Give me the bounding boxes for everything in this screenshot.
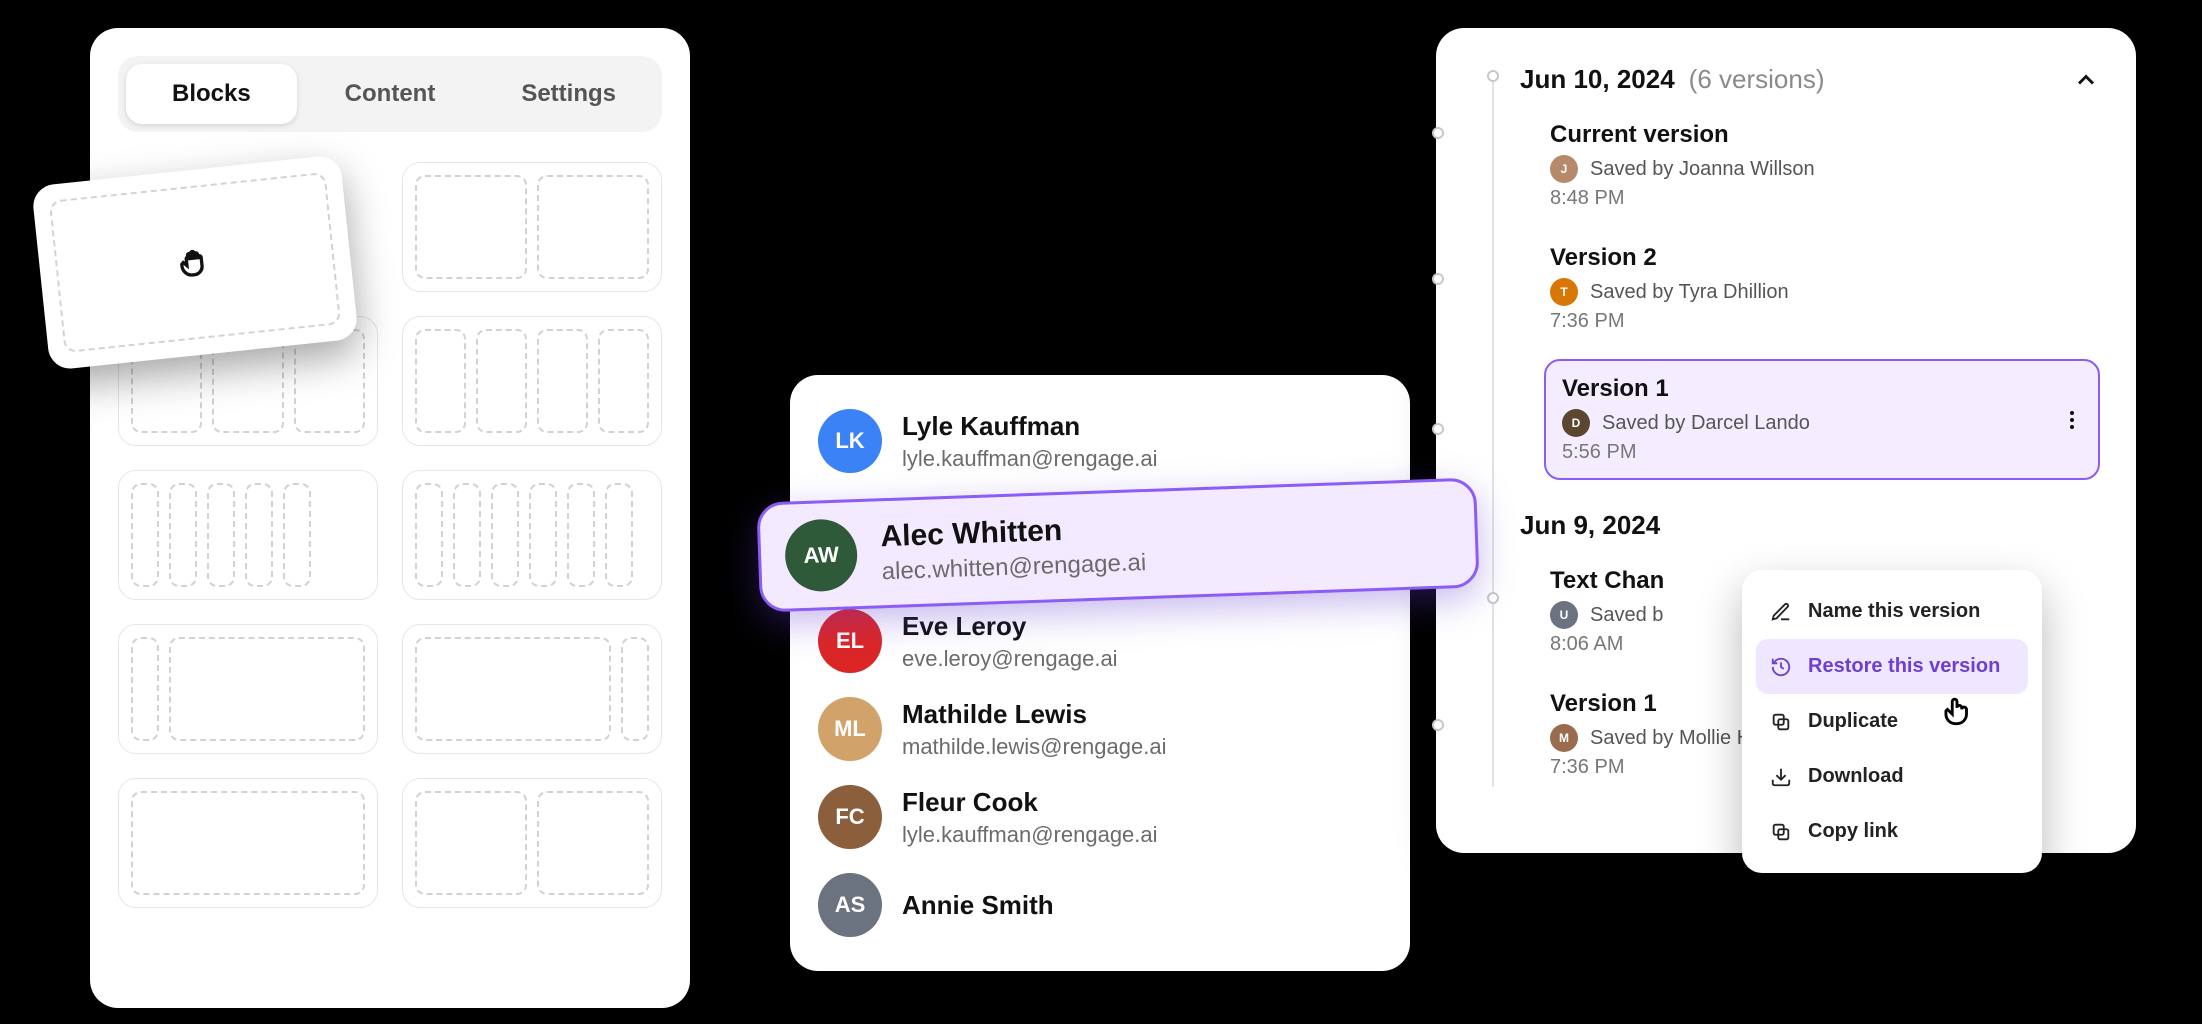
version-item[interactable]: Current version J Saved by Joanna Willson… [1544,113,2100,218]
version-time: 5:56 PM [1562,441,2082,464]
person-email: lyle.kauffman@rengage.ai [902,446,1158,472]
avatar: FC [818,785,882,849]
person-name: Mathilde Lewis [902,699,1166,730]
saved-by: Saved b [1590,604,1663,627]
pointer-cursor-icon [1938,692,1976,730]
block-layout-right-narrow[interactable] [402,624,662,754]
person-item[interactable]: LK Lyle Kauffman lyle.kauffman@rengage.a… [812,397,1388,485]
chevron-up-icon [2072,66,2100,94]
copy-icon [1770,821,1792,843]
avatar: U [1550,601,1578,629]
block-layout-4col[interactable] [402,316,662,446]
person-item[interactable]: ML Mathilde Lewis mathilde.lewis@rengage… [812,685,1388,773]
person-email: alec.whitten@rengage.ai [881,549,1146,586]
person-name: Eve Leroy [902,611,1118,642]
menu-restore-version[interactable]: Restore this version [1756,639,2028,694]
person-name: Lyle Kauffman [902,411,1158,442]
menu-label: Download [1808,765,1904,788]
version-title: Version 1 [1562,375,2082,403]
block-layout-extra2[interactable] [402,778,662,908]
dragging-block[interactable] [31,154,359,370]
block-layout-5col[interactable] [118,470,378,600]
version-context-menu: Name this version Restore this version D… [1742,570,2042,873]
person-name: Annie Smith [902,890,1054,921]
person-item[interactable]: AS Annie Smith [812,861,1388,949]
block-layout-2col[interactable] [402,162,662,292]
person-email: lyle.kauffman@rengage.ai [902,822,1158,848]
avatar: ML [818,697,882,761]
copy-icon [1770,711,1792,733]
person-item[interactable]: FC Fleur Cook lyle.kauffman@rengage.ai [812,773,1388,861]
date-label: Jun 10, 2024 [1520,64,1675,95]
date-label: Jun 9, 2024 [1520,510,1660,541]
history-icon [1770,656,1792,678]
saved-by: Saved by Tyra Dhillion [1590,281,1789,304]
date-count: (6 versions) [1689,64,1825,95]
avatar: LK [818,409,882,473]
version-item-selected[interactable]: Version 1 D Saved by Darcel Lando 5:56 PM [1544,359,2100,480]
people-panel: LK Lyle Kauffman lyle.kauffman@rengage.a… [790,375,1410,971]
grab-cursor-icon [173,241,217,285]
person-name: Alec Whitten [880,511,1146,554]
menu-copy-link[interactable]: Copy link [1756,804,2028,859]
more-vertical-icon[interactable] [2060,408,2084,432]
date-group-header[interactable]: Jun 9, 2024 [1484,510,2100,541]
tabs-bar: Blocks Content Settings [118,56,662,132]
person-email: mathilde.lewis@rengage.ai [902,734,1166,760]
avatar: T [1550,278,1578,306]
version-time: 7:36 PM [1550,310,2094,333]
avatar: D [1562,409,1590,437]
tab-content[interactable]: Content [305,64,476,124]
avatar: J [1550,155,1578,183]
block-layout-left-narrow[interactable] [118,624,378,754]
pencil-icon [1770,601,1792,623]
menu-download[interactable]: Download [1756,749,2028,804]
date-group-header[interactable]: Jun 10, 2024 (6 versions) [1484,64,2100,95]
version-item[interactable]: Version 2 T Saved by Tyra Dhillion 7:36 P… [1544,236,2100,341]
saved-by: Saved by Darcel Lando [1602,412,1810,435]
version-title: Version 2 [1550,244,2094,272]
menu-label: Name this version [1808,600,1980,623]
avatar: AS [818,873,882,937]
menu-duplicate[interactable]: Duplicate [1756,694,2028,749]
person-item[interactable]: EL Eve Leroy eve.leroy@rengage.ai [812,597,1388,685]
person-name: Fleur Cook [902,787,1158,818]
tab-blocks[interactable]: Blocks [126,64,297,124]
saved-by: Saved by Joanna Willson [1590,158,1815,181]
person-email: eve.leroy@rengage.ai [902,646,1118,672]
version-title: Current version [1550,121,2094,149]
tab-settings[interactable]: Settings [483,64,654,124]
menu-label: Copy link [1808,820,1898,843]
download-icon [1770,766,1792,788]
avatar: AW [784,518,858,592]
avatar: M [1550,724,1578,752]
menu-label: Restore this version [1808,655,2000,678]
menu-name-version[interactable]: Name this version [1756,584,2028,639]
block-layout-extra[interactable] [118,778,378,908]
block-layout-6col[interactable] [402,470,662,600]
menu-label: Duplicate [1808,710,1898,733]
version-time: 8:48 PM [1550,187,2094,210]
avatar: EL [818,609,882,673]
